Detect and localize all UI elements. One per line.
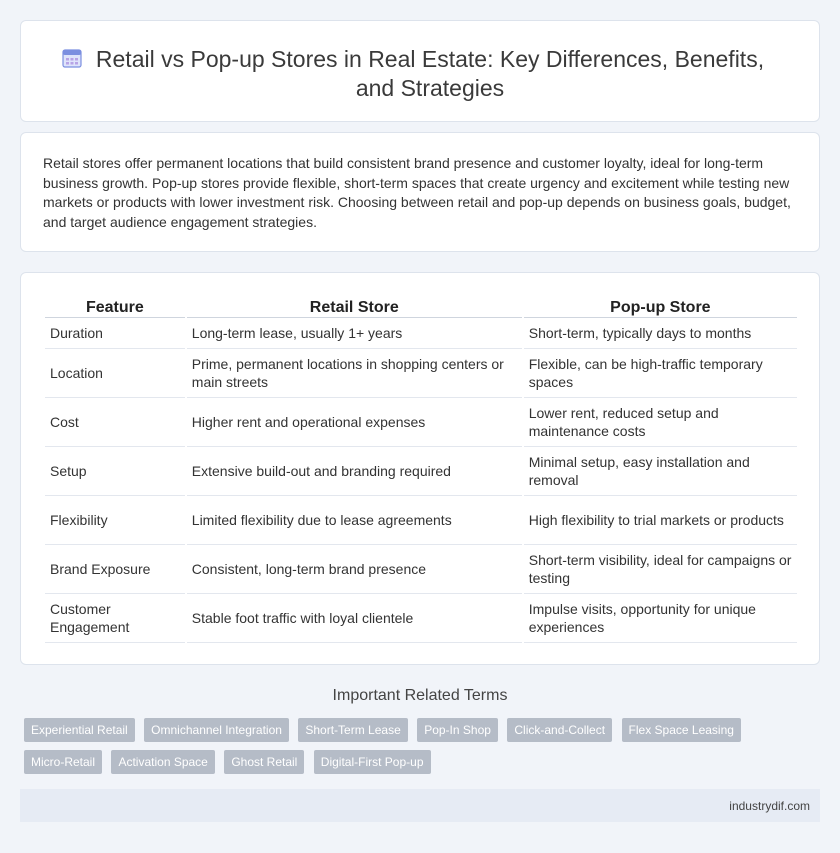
tag-click-and-collect[interactable]: Click-and-Collect — [507, 718, 613, 742]
footer: industrydif.com — [20, 789, 820, 822]
feature-cell: Customer Engagement — [45, 594, 185, 643]
table-row: Customer Engagement Stable foot traffic … — [45, 594, 797, 643]
page-title-wrap: Retail vs Pop-up Stores in Real Estate: … — [21, 45, 819, 103]
popup-cell: Minimal setup, easy installation and rem… — [523, 447, 797, 496]
tag-pop-in-shop[interactable]: Pop-In Shop — [417, 718, 498, 742]
popup-cell: High flexibility to trial markets or pro… — [523, 496, 797, 545]
retail-cell: Stable foot traffic with loyal clientele — [186, 594, 522, 643]
retail-cell: Limited flexibility due to lease agreeme… — [186, 496, 522, 545]
popup-cell: Impulse visits, opportunity for unique e… — [523, 594, 797, 643]
popup-cell: Short-term visibility, ideal for campaig… — [523, 545, 797, 594]
retail-cell: Long-term lease, usually 1+ years — [186, 318, 522, 349]
table-row: Cost Higher rent and operational expense… — [45, 398, 797, 447]
summary-card: Retail stores offer permanent locations … — [20, 132, 820, 252]
feature-cell: Cost — [45, 398, 185, 447]
tag-micro-retail[interactable]: Micro-Retail — [24, 750, 103, 774]
tag-ghost-retail[interactable]: Ghost Retail — [224, 750, 305, 774]
tag-omnichannel-integration[interactable]: Omnichannel Integration — [144, 718, 289, 742]
popup-cell: Flexible, can be high-traffic temporary … — [523, 349, 797, 398]
table-row: Location Prime, permanent locations in s… — [45, 349, 797, 398]
retail-cell: Consistent, long-term brand presence — [186, 545, 522, 594]
footer-site-link[interactable]: industrydif.com — [729, 799, 810, 813]
table-row: Flexibility Limited flexibility due to l… — [45, 496, 797, 545]
feature-cell: Brand Exposure — [45, 545, 185, 594]
table-row: Duration Long-term lease, usually 1+ yea… — [45, 318, 797, 349]
feature-cell: Location — [45, 349, 185, 398]
popup-cell: Short-term, typically days to months — [523, 318, 797, 349]
related-terms-tags: Experiential Retail Omnichannel Integrat… — [24, 718, 824, 782]
header-popup-store: Pop-up Store — [523, 296, 797, 318]
related-terms-title: Important Related Terms — [332, 687, 508, 704]
comparison-table: Feature Retail Store Pop-up Store Durati… — [43, 296, 799, 643]
feature-cell: Flexibility — [45, 496, 185, 545]
feature-cell: Setup — [45, 447, 185, 496]
tag-short-term-lease[interactable]: Short-Term Lease — [298, 718, 408, 742]
page-title: Retail vs Pop-up Stores in Real Estate: … — [95, 46, 765, 101]
summary-text: Retail stores offer permanent locations … — [43, 155, 791, 230]
retail-cell: Higher rent and operational expenses — [186, 398, 522, 447]
table-header-row: Feature Retail Store Pop-up Store — [45, 296, 797, 318]
header-card: Retail vs Pop-up Stores in Real Estate: … — [20, 20, 820, 122]
comparison-table-card: Feature Retail Store Pop-up Store Durati… — [20, 272, 820, 665]
tag-activation-space[interactable]: Activation Space — [111, 750, 215, 774]
retail-cell: Extensive build-out and branding require… — [186, 447, 522, 496]
header-feature: Feature — [45, 296, 185, 318]
table-row: Brand Exposure Consistent, long-term bra… — [45, 545, 797, 594]
feature-cell: Duration — [45, 318, 185, 349]
tag-experiential-retail[interactable]: Experiential Retail — [24, 718, 135, 742]
retail-cell: Prime, permanent locations in shopping c… — [186, 349, 522, 398]
header-retail-store: Retail Store — [186, 296, 522, 318]
popup-cell: Lower rent, reduced setup and maintenanc… — [523, 398, 797, 447]
tag-digital-first-popup[interactable]: Digital-First Pop-up — [313, 750, 431, 774]
tag-flex-space-leasing[interactable]: Flex Space Leasing — [621, 718, 741, 742]
table-row: Setup Extensive build-out and branding r… — [45, 447, 797, 496]
